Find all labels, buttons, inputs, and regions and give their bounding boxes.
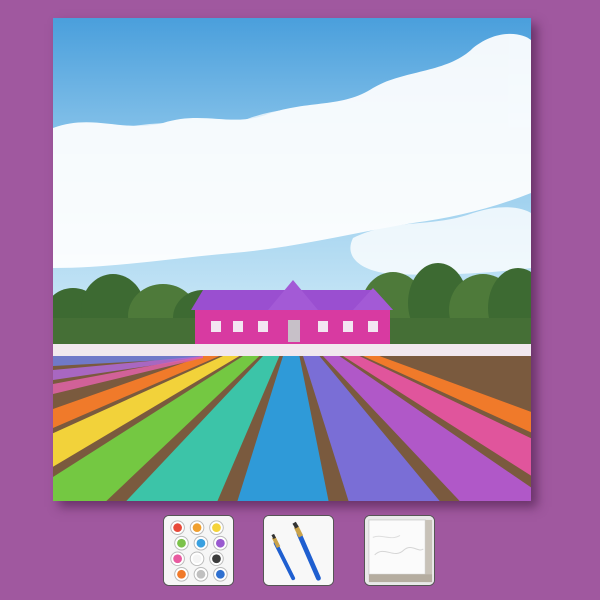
paint-color xyxy=(215,569,225,579)
thumbnail-canvas-frame[interactable] xyxy=(364,515,435,586)
paint-color xyxy=(192,554,202,564)
paint-color xyxy=(196,569,206,579)
main-product-image xyxy=(53,18,531,501)
paint-color xyxy=(177,569,186,579)
canvas-frame-icon xyxy=(365,516,434,585)
painting-artwork xyxy=(53,18,531,501)
paint-color xyxy=(215,538,225,548)
paint-color xyxy=(173,523,182,533)
paint-pots-icon xyxy=(164,516,233,585)
thumbnail-brushes[interactable] xyxy=(263,515,334,586)
thumbnail-paint-pots[interactable] xyxy=(163,515,234,586)
paint-brushes-icon xyxy=(264,516,333,585)
thumbnail-strip xyxy=(0,515,600,591)
paint-color xyxy=(177,538,186,548)
paint-color xyxy=(173,554,182,564)
paint-color xyxy=(212,554,221,564)
paint-color xyxy=(192,523,202,533)
paint-color xyxy=(212,523,221,533)
paint-color xyxy=(196,538,206,548)
